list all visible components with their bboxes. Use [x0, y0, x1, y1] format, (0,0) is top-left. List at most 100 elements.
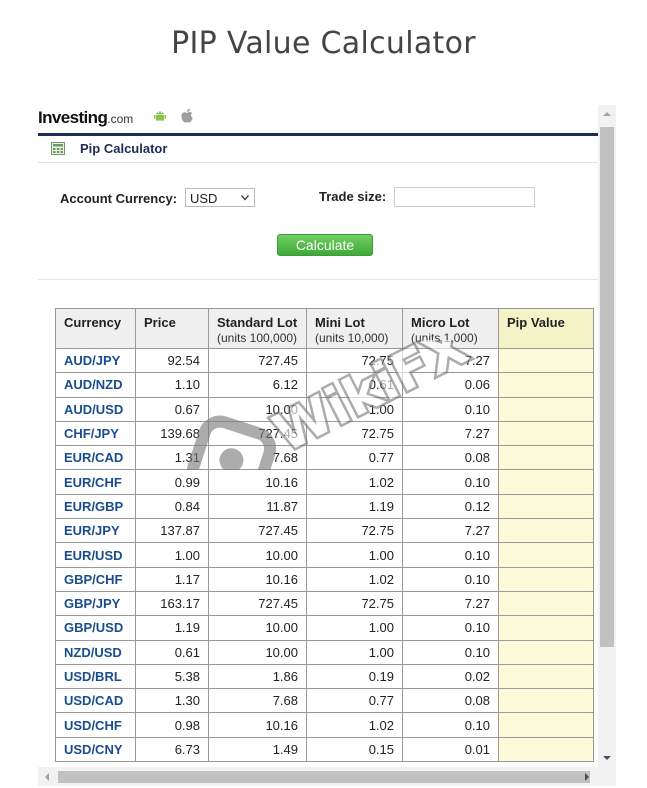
currency-pair-link[interactable]: GBP/JPY: [55, 590, 136, 617]
pip-table-body: AUD/JPY 92.54 727.45 72.75 7.27 AUD/NZD 1.10 6.…: [55, 347, 594, 763]
cell-mini-lot: 72.75: [306, 518, 403, 544]
table-row: USD/CHF 0.98 10.16 1.02 0.10: [55, 712, 594, 738]
table-row: CHF/JPY 139.68 727.45 72.75 7.27: [55, 420, 594, 447]
cell-mini-lot: 1.00: [306, 615, 403, 641]
cell-standard-lot: 7.68: [208, 688, 307, 714]
cell-standard-lot: 10.00: [208, 542, 307, 568]
cell-pip-value: [498, 420, 594, 447]
currency-pair-link[interactable]: USD/CHF: [55, 712, 136, 738]
cell-pip-value: [498, 469, 594, 495]
table-row: GBP/JPY 163.17 727.45 72.75 7.27: [55, 590, 594, 617]
cell-price: 1.10: [135, 372, 209, 398]
column-header-pip-value: Pip Value: [498, 308, 594, 349]
widget-top-bar: Investing.com: [38, 105, 598, 136]
cell-price: 137.87: [135, 518, 209, 544]
trade-size-label: Trade size:: [319, 189, 387, 204]
cell-price: 139.68: [135, 420, 209, 447]
cell-mini-lot: 72.75: [306, 590, 403, 617]
cell-mini-lot: 0.77: [306, 445, 403, 471]
scroll-left-icon[interactable]: [42, 772, 52, 782]
logo-name: Investing: [38, 108, 108, 127]
account-currency-value: USD: [190, 191, 218, 206]
column-header-price: Price: [135, 308, 209, 349]
cell-mini-lot: 0.61: [306, 372, 403, 398]
currency-pair-link[interactable]: EUR/CHF: [55, 469, 136, 495]
table-header-row: Currency Price Standard Lot (units 100,00…: [55, 308, 594, 349]
currency-pair-link[interactable]: EUR/CAD: [55, 445, 136, 471]
currency-pair-link[interactable]: EUR/JPY: [55, 518, 136, 544]
currency-pair-link[interactable]: USD/CNY: [55, 736, 136, 763]
cell-standard-lot: 1.49: [208, 736, 307, 763]
scroll-up-icon[interactable]: [601, 109, 613, 119]
cell-standard-lot: 727.45: [208, 347, 307, 374]
cell-price: 6.73: [135, 736, 209, 763]
cell-mini-lot: 1.00: [306, 396, 403, 422]
table-row: USD/CNY 6.73 1.49 0.15 0.01: [55, 736, 594, 763]
currency-pair-link[interactable]: USD/BRL: [55, 663, 136, 690]
table-row: EUR/USD 1.00 10.00 1.00 0.10: [55, 542, 594, 568]
column-header-micro-lot: Micro Lot (units 1,000): [402, 308, 499, 349]
cell-mini-lot: 72.75: [306, 347, 403, 374]
chevron-down-icon: [241, 195, 249, 201]
vertical-scroll-thumb[interactable]: [600, 127, 614, 647]
investing-logo[interactable]: Investing.com: [38, 108, 133, 128]
android-icon[interactable]: [153, 109, 167, 123]
standard-lot-units: (units 100,000): [217, 331, 298, 345]
table-row: EUR/CAD 1.31 7.68 0.77 0.08: [55, 445, 594, 471]
currency-pair-link[interactable]: GBP/CHF: [55, 566, 136, 592]
cell-pip-value: [498, 590, 594, 617]
cell-micro-lot: 7.27: [402, 518, 499, 544]
account-currency-label: Account Currency:: [60, 191, 178, 206]
cell-pip-value: [498, 639, 594, 665]
cell-micro-lot: 0.10: [402, 542, 499, 568]
cell-standard-lot: 7.68: [208, 445, 307, 471]
scroll-right-icon[interactable]: [582, 772, 592, 782]
cell-pip-value: [498, 566, 594, 592]
currency-pair-link[interactable]: EUR/USD: [55, 542, 136, 568]
cell-pip-value: [498, 688, 594, 714]
cell-micro-lot: 0.10: [402, 469, 499, 495]
cell-micro-lot: 7.27: [402, 590, 499, 617]
pip-calculator-widget: Investing.com Pip Calculator Account Cur…: [38, 105, 616, 786]
currency-pair-link[interactable]: AUD/JPY: [55, 347, 136, 374]
apple-icon[interactable]: [180, 108, 194, 124]
cell-micro-lot: 0.12: [402, 493, 499, 520]
scroll-down-icon[interactable]: [601, 753, 613, 763]
currency-pair-link[interactable]: USD/CAD: [55, 688, 136, 714]
cell-mini-lot: 1.00: [306, 542, 403, 568]
currency-pair-link[interactable]: AUD/USD: [55, 396, 136, 422]
currency-pair-link[interactable]: GBP/USD: [55, 615, 136, 641]
horizontal-scroll-thumb[interactable]: [58, 771, 590, 783]
cell-micro-lot: 7.27: [402, 347, 499, 374]
cell-price: 0.61: [135, 639, 209, 665]
cell-pip-value: [498, 663, 594, 690]
cell-micro-lot: 0.08: [402, 688, 499, 714]
cell-standard-lot: 10.16: [208, 712, 307, 738]
cell-pip-value: [498, 736, 594, 763]
table-row: AUD/USD 0.67 10.00 1.00 0.10: [55, 396, 594, 422]
table-row: GBP/USD 1.19 10.00 1.00 0.10: [55, 615, 594, 641]
calculator-icon: [51, 142, 65, 155]
currency-pair-link[interactable]: EUR/GBP: [55, 493, 136, 520]
account-currency-select[interactable]: USD: [185, 188, 255, 207]
cell-pip-value: [498, 518, 594, 544]
calculate-button[interactable]: Calculate: [277, 234, 373, 256]
cell-micro-lot: 0.10: [402, 615, 499, 641]
micro-lot-units: (units 1,000): [411, 331, 478, 345]
page-title: PIP Value Calculator: [171, 26, 476, 61]
cell-mini-lot: 0.19: [306, 663, 403, 690]
cell-price: 0.84: [135, 493, 209, 520]
table-row: EUR/CHF 0.99 10.16 1.02 0.10: [55, 469, 594, 495]
cell-pip-value: [498, 445, 594, 471]
currency-pair-link[interactable]: CHF/JPY: [55, 420, 136, 447]
pip-table-wrap: Currency Price Standard Lot (units 100,00…: [55, 308, 594, 763]
cell-micro-lot: 0.10: [402, 396, 499, 422]
currency-pair-link[interactable]: NZD/USD: [55, 639, 136, 665]
cell-mini-lot: 1.02: [306, 566, 403, 592]
cell-standard-lot: 10.16: [208, 469, 307, 495]
trade-size-input[interactable]: [394, 187, 535, 207]
cell-micro-lot: 0.02: [402, 663, 499, 690]
cell-standard-lot: 10.00: [208, 396, 307, 422]
currency-pair-link[interactable]: AUD/NZD: [55, 372, 136, 398]
cell-standard-lot: 1.86: [208, 663, 307, 690]
